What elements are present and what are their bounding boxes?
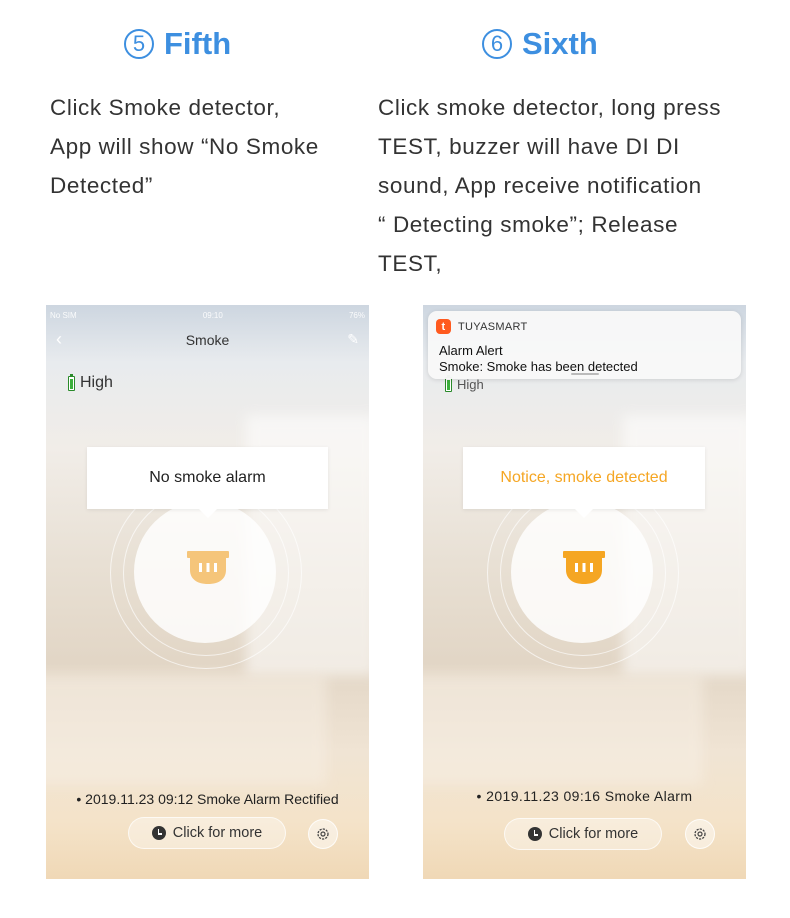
- step-number-badge: 5: [124, 29, 154, 59]
- notification-app-name: TUYASMART: [458, 320, 528, 333]
- settings-button[interactable]: [685, 819, 715, 849]
- step-five-description: Click Smoke detector, App will show “No …: [50, 95, 319, 198]
- click-for-more-button[interactable]: Click for more: [504, 818, 662, 850]
- phone-screenshot-smoke-detected: High t TUYASMART Alarm Alert Smoke: Smok…: [423, 305, 746, 879]
- click-for-more-label: Click for more: [172, 825, 263, 841]
- battery-status: High: [68, 373, 113, 392]
- settings-button[interactable]: [308, 819, 338, 849]
- gear-icon: [694, 828, 706, 840]
- push-notification[interactable]: t TUYASMART Alarm Alert Smoke: Smoke has…: [428, 311, 741, 379]
- step-title: Fifth: [164, 26, 232, 61]
- history-text: 2019.11.23 09:12 Smoke Alarm Rectified: [85, 791, 339, 807]
- step-six-heading: 6 Sixth: [482, 26, 598, 62]
- gear-icon: [317, 828, 329, 840]
- click-for-more-button[interactable]: Click for more: [128, 817, 286, 849]
- alarm-status-bubble: Notice, smoke detected: [463, 447, 705, 518]
- alarm-status-bubble: No smoke alarm: [87, 447, 328, 518]
- background-bed: [46, 675, 326, 785]
- notification-title: Alarm Alert: [439, 343, 503, 358]
- click-for-more-label: Click for more: [548, 826, 639, 842]
- alarm-history-item: • 2019.11.23 09:16 Smoke Alarm: [476, 788, 693, 804]
- status-bar: No SIM 09:10 76%: [50, 308, 365, 322]
- notification-body: Smoke: Smoke has been detected: [439, 359, 638, 374]
- battery-level-label: High: [80, 374, 113, 391]
- step-six-description: Click smoke detector, long press TEST, b…: [378, 95, 722, 276]
- history-text: 2019.11.23 09:16 Smoke Alarm: [486, 788, 693, 804]
- battery-icon: [445, 375, 452, 392]
- nav-bar: ‹ Smoke ✎: [46, 329, 369, 351]
- alarm-status-text: Notice, smoke detected: [500, 469, 668, 486]
- battery-status: High: [445, 375, 484, 392]
- clock-icon: [151, 826, 166, 840]
- step-number-badge: 6: [482, 29, 512, 59]
- detector-top: [187, 551, 229, 558]
- tuya-app-icon: t: [436, 319, 451, 334]
- notification-handle: [570, 373, 599, 375]
- step-title: Sixth: [522, 26, 598, 61]
- clock-label: 09:10: [202, 310, 223, 320]
- smoke-detector-icon: [187, 551, 229, 584]
- alarm-history-item: • 2019.11.23 09:12 Smoke Alarm Rectified: [76, 791, 339, 807]
- page-title: Smoke: [185, 332, 230, 348]
- carrier-label: No SIM: [50, 310, 77, 320]
- alarm-status-text: No smoke alarm: [149, 469, 266, 486]
- phone-screenshot-no-alarm: No SIM 09:10 76% ‹ Smoke ✎ High No smoke…: [46, 305, 369, 879]
- detector-top: [563, 551, 605, 558]
- step-five-heading: 5 Fifth: [124, 26, 231, 62]
- battery-level-label: High: [457, 377, 484, 392]
- battery-icon: [68, 373, 75, 391]
- edit-icon[interactable]: ✎: [347, 331, 359, 348]
- clock-icon: [527, 827, 542, 841]
- battery-percent: 76%: [348, 310, 365, 320]
- notification-app-header: t TUYASMART: [436, 319, 528, 334]
- background-bed: [423, 675, 703, 785]
- smoke-detector-icon: [563, 551, 605, 584]
